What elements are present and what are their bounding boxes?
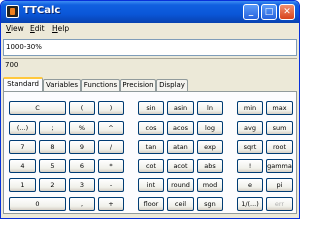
- ceil-button[interactable]: ceil: [167, 197, 194, 211]
- abs-button[interactable]: abs: [197, 159, 223, 173]
- maximize-button[interactable]: □: [261, 4, 277, 20]
- tab-variables[interactable]: Variables: [43, 79, 81, 91]
- digit-1-button[interactable]: 1: [9, 178, 36, 192]
- wrap-paren-button[interactable]: (...): [9, 121, 36, 135]
- menu-help[interactable]: Help: [52, 24, 69, 33]
- error-button[interactable]: err: [266, 197, 293, 211]
- root-button[interactable]: root: [266, 140, 293, 154]
- tab-precision[interactable]: Precision: [120, 79, 156, 91]
- sqrt-button[interactable]: sqrt: [237, 140, 263, 154]
- minimize-button[interactable]: _: [243, 4, 259, 20]
- cot-button[interactable]: cot: [138, 159, 164, 173]
- percent-button[interactable]: %: [69, 121, 95, 135]
- sum-button[interactable]: sum: [266, 121, 293, 135]
- tan-button[interactable]: tan: [138, 140, 164, 154]
- digit-0-button[interactable]: 0: [9, 197, 66, 211]
- tab-functions[interactable]: Functions: [81, 79, 120, 91]
- digit-9-button[interactable]: 9: [69, 140, 95, 154]
- digit-5-button[interactable]: 5: [39, 159, 66, 173]
- digit-7-button[interactable]: 7: [9, 140, 36, 154]
- atan-button[interactable]: atan: [167, 140, 194, 154]
- decimal-comma-button[interactable]: ,: [69, 197, 95, 211]
- subtract-button[interactable]: -: [98, 178, 124, 192]
- tab-standard[interactable]: Standard: [3, 77, 43, 92]
- log-button[interactable]: log: [197, 121, 223, 135]
- close-paren-button[interactable]: ): [98, 101, 124, 115]
- digit-8-button[interactable]: 8: [39, 140, 66, 154]
- tab-strip: Standard Variables Functions Precision D…: [3, 77, 297, 92]
- multiply-button[interactable]: *: [98, 159, 124, 173]
- sgn-button[interactable]: sgn: [197, 197, 223, 211]
- divide-button[interactable]: /: [98, 140, 124, 154]
- int-button[interactable]: int: [138, 178, 164, 192]
- tab-display[interactable]: Display: [156, 79, 188, 91]
- digit-4-button[interactable]: 4: [9, 159, 36, 173]
- menu-edit[interactable]: Edit: [30, 24, 45, 33]
- window-title: TTCalc: [23, 5, 61, 16]
- acot-button[interactable]: acot: [167, 159, 194, 173]
- digit-6-button[interactable]: 6: [69, 159, 95, 173]
- standard-panel: C ( ) (...) ; % ^ 7 8 9 / 4 5 6 * 1 2 3 …: [3, 91, 297, 214]
- expression-input[interactable]: 1000-30%: [3, 39, 297, 56]
- open-paren-button[interactable]: (: [69, 101, 95, 115]
- ttcalc-window: TTCalc _ □ ✕ View Edit Help 1000-30% 700…: [0, 0, 300, 219]
- digit-3-button[interactable]: 3: [69, 178, 95, 192]
- factorial-button[interactable]: !: [237, 159, 263, 173]
- pi-constant-button[interactable]: pi: [266, 178, 293, 192]
- ln-button[interactable]: ln: [197, 101, 223, 115]
- semicolon-button[interactable]: ;: [39, 121, 66, 135]
- e-constant-button[interactable]: e: [237, 178, 263, 192]
- mod-button[interactable]: mod: [197, 178, 223, 192]
- min-button[interactable]: min: [237, 101, 263, 115]
- close-button[interactable]: ✕: [279, 4, 295, 20]
- add-button[interactable]: +: [98, 197, 124, 211]
- clear-button[interactable]: C: [9, 101, 66, 115]
- acos-button[interactable]: acos: [167, 121, 194, 135]
- avg-button[interactable]: avg: [237, 121, 263, 135]
- cos-button[interactable]: cos: [138, 121, 164, 135]
- result-display: 700: [3, 58, 297, 71]
- digit-2-button[interactable]: 2: [39, 178, 66, 192]
- max-button[interactable]: max: [266, 101, 293, 115]
- gamma-button[interactable]: gamma: [266, 159, 293, 173]
- reciprocal-button[interactable]: 1/(...): [237, 197, 263, 211]
- menu-bar: View Edit Help: [2, 23, 298, 35]
- power-button[interactable]: ^: [98, 121, 124, 135]
- floor-button[interactable]: floor: [138, 197, 164, 211]
- exp-button[interactable]: exp: [197, 140, 223, 154]
- asin-button[interactable]: asin: [167, 101, 194, 115]
- title-bar[interactable]: TTCalc _ □ ✕: [1, 1, 299, 23]
- menu-view[interactable]: View: [6, 24, 24, 33]
- sin-button[interactable]: sin: [138, 101, 164, 115]
- round-button[interactable]: round: [167, 178, 194, 192]
- app-icon[interactable]: [6, 5, 19, 18]
